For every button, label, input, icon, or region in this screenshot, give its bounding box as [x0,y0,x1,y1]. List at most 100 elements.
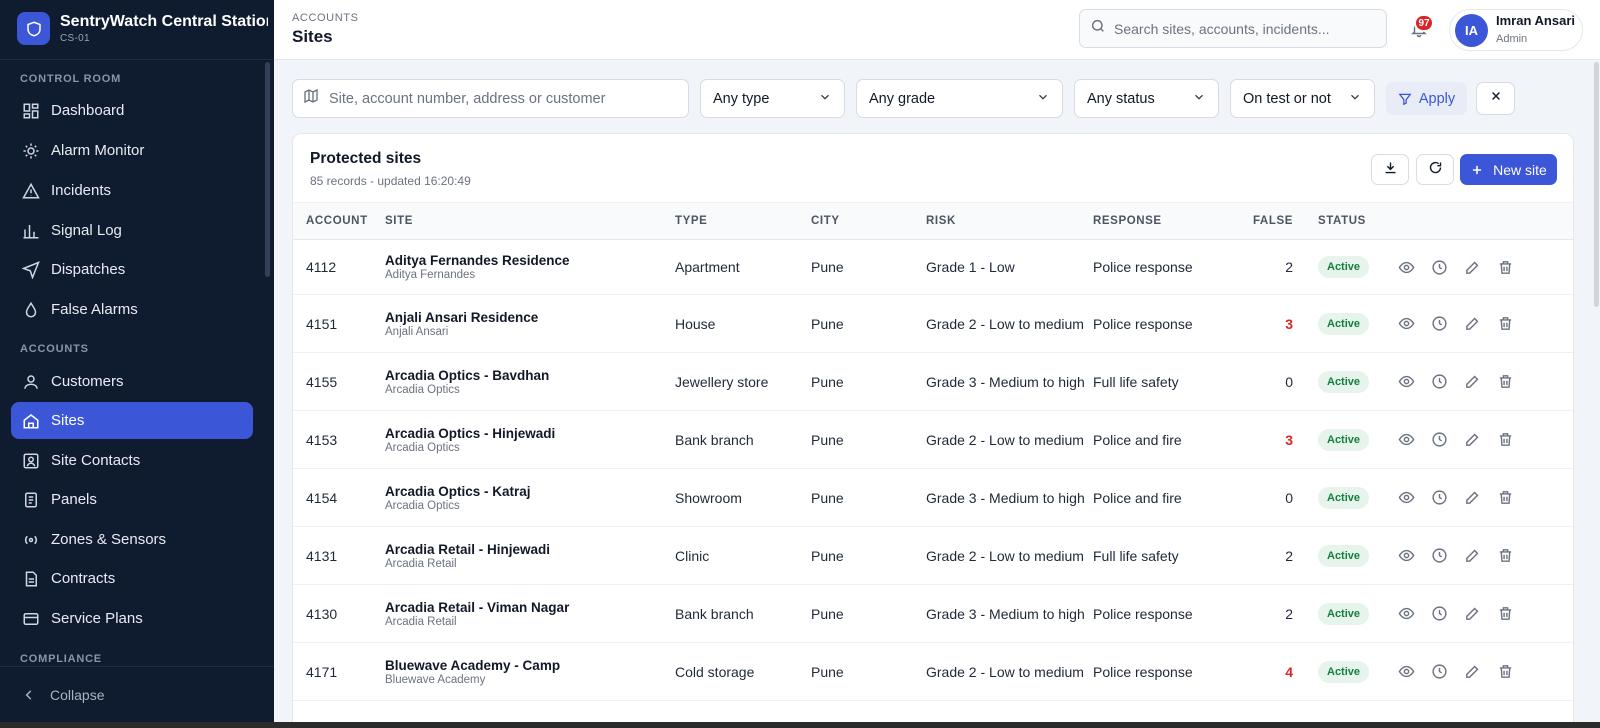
column-account[interactable]: ACCOUNT [293,202,385,240]
edit-icon[interactable] [1463,430,1482,449]
column-risk[interactable]: RISK [926,202,1093,240]
table-row[interactable]: 4112 Aditya Fernandes Residence Aditya Fer… [293,239,1573,295]
site-owner: Arcadia Retail [385,557,457,570]
cell-site[interactable]: Aditya Fernandes Residence Aditya Fernand… [385,239,675,295]
cell-site[interactable]: Arcadia Optics - Bavdhan Arcadia Optics [385,352,675,411]
column-status[interactable]: STATUS [1293,202,1397,240]
type-select[interactable]: Any type [700,79,845,118]
test-select[interactable]: On test or not [1230,79,1375,118]
collapse-button[interactable]: Collapse [0,666,274,722]
history-icon[interactable] [1430,430,1449,449]
column-type[interactable]: TYPE [675,202,811,240]
view-icon[interactable] [1397,430,1416,449]
table-row[interactable]: 4171 Bluewave Academy - Camp Bluewave Acad… [293,642,1573,701]
site-name[interactable]: Arcadia Retail - Hinjewadi [385,542,675,557]
breadcrumb[interactable]: ACCOUNTS [292,12,359,24]
sidebar-item-panels[interactable]: Panels [11,481,253,518]
cell-site[interactable]: Arcadia Optics - Katraj Arcadia Optics [385,468,675,527]
apply-button[interactable]: Apply [1386,82,1467,115]
sidebar-item-zones-sensors[interactable]: Zones & Sensors [11,521,253,558]
history-icon[interactable] [1430,662,1449,681]
delete-icon[interactable] [1496,546,1515,565]
sidebar-item-sites[interactable]: Sites [11,402,253,439]
sidebar-scrollbar[interactable] [265,62,270,277]
sidebar-item-service-plans[interactable]: Service Plans [11,600,253,637]
sidebar-item-contracts[interactable]: Contracts [11,560,253,597]
collapse-label: Collapse [50,686,105,703]
table-row[interactable]: 4151 Anjali Ansari Residence Anjali Ansari… [293,294,1573,353]
view-icon[interactable] [1397,372,1416,391]
delete-icon[interactable] [1496,488,1515,507]
site-name[interactable]: Arcadia Optics - Hinjewadi [385,426,675,441]
table-row[interactable]: 4154 Arcadia Optics - Katraj Arcadia Optic… [293,468,1573,527]
view-icon[interactable] [1397,546,1416,565]
column-response[interactable]: RESPONSE [1093,202,1233,240]
new-site-button[interactable]: New site [1460,154,1557,185]
edit-icon[interactable] [1463,258,1482,277]
view-icon[interactable] [1397,488,1416,507]
page-scrollbar[interactable] [1594,62,1599,307]
column-false[interactable]: FALSE [1233,202,1293,240]
column-city[interactable]: CITY [811,202,926,240]
cell-site[interactable]: Anjali Ansari Residence Anjali Ansari [385,294,675,353]
download-button[interactable] [1371,154,1409,185]
edit-icon[interactable] [1463,314,1482,333]
site-name[interactable]: Arcadia Optics - Bavdhan [385,368,675,383]
sidebar-item-site-contacts[interactable]: Site Contacts [11,442,253,479]
global-search[interactable] [1079,9,1387,48]
site-owner: Aditya Fernandes [385,269,476,281]
delete-icon[interactable] [1496,662,1515,681]
cell-site[interactable]: Arcadia Optics - Hinjewadi Arcadia Optics [385,410,675,469]
edit-icon[interactable] [1463,488,1482,507]
delete-icon[interactable] [1496,258,1515,277]
sidebar-item-dashboard[interactable]: Dashboard [11,92,253,129]
refresh-button[interactable] [1416,154,1454,185]
cell-site[interactable]: Arcadia Retail - Viman Nagar Arcadia Reta… [385,584,675,643]
cell-status: Active [1293,239,1397,295]
site-name[interactable]: Arcadia Optics - Katraj [385,484,675,499]
table-row[interactable]: 4130 Arcadia Retail - Viman Nagar Arcadia … [293,584,1573,643]
delete-icon[interactable] [1496,372,1515,391]
table-row[interactable]: 4153 Arcadia Optics - Hinjewadi Arcadia Op… [293,410,1573,469]
table-row[interactable]: 4131 Arcadia Retail - Hinjewadi Arcadia Re… [293,526,1573,585]
table-row[interactable]: 4155 Arcadia Optics - Bavdhan Arcadia Opti… [293,352,1573,411]
type-select-value: Any type [713,90,770,107]
sidebar-item-incidents[interactable]: Incidents [11,172,253,209]
delete-icon[interactable] [1496,314,1515,333]
edit-icon[interactable] [1463,546,1482,565]
delete-icon[interactable] [1496,430,1515,449]
edit-icon[interactable] [1463,662,1482,681]
site-name[interactable]: Aditya Fernandes Residence [385,253,675,268]
history-icon[interactable] [1430,314,1449,333]
site-name[interactable]: Arcadia Retail - Viman Nagar [385,600,675,615]
view-icon[interactable] [1397,662,1416,681]
grade-select[interactable]: Any grade [856,79,1063,118]
site-filter-input[interactable] [329,90,679,107]
clear-filters-button[interactable] [1476,82,1515,115]
status-select[interactable]: Any status [1074,79,1219,118]
view-icon[interactable] [1397,314,1416,333]
search-input[interactable] [1114,20,1384,37]
site-filter[interactable] [292,79,689,118]
site-name[interactable]: Bluewave Academy - Camp [385,658,675,673]
sidebar-item-customers[interactable]: Customers [11,363,253,400]
history-icon[interactable] [1430,372,1449,391]
user-menu[interactable]: IA Imran Ansari Admin [1449,9,1583,51]
column-site[interactable]: SITE [385,202,675,240]
cell-site[interactable]: Arcadia Retail - Hinjewadi Arcadia Retail [385,526,675,585]
delete-icon[interactable] [1496,604,1515,623]
history-icon[interactable] [1430,546,1449,565]
view-icon[interactable] [1397,604,1416,623]
history-icon[interactable] [1430,258,1449,277]
site-name[interactable]: Anjali Ansari Residence [385,310,675,325]
view-icon[interactable] [1397,258,1416,277]
history-icon[interactable] [1430,488,1449,507]
history-icon[interactable] [1430,604,1449,623]
sidebar-item-alarm-monitor[interactable]: Alarm Monitor [11,132,253,169]
edit-icon[interactable] [1463,372,1482,391]
cell-site[interactable]: Bluewave Academy - Camp Bluewave Academy [385,642,675,701]
edit-icon[interactable] [1463,604,1482,623]
sidebar-item-signal-log[interactable]: Signal Log [11,212,253,249]
sidebar-item-false-alarms[interactable]: False Alarms [11,291,253,328]
sidebar-item-dispatches[interactable]: Dispatches [11,251,253,288]
